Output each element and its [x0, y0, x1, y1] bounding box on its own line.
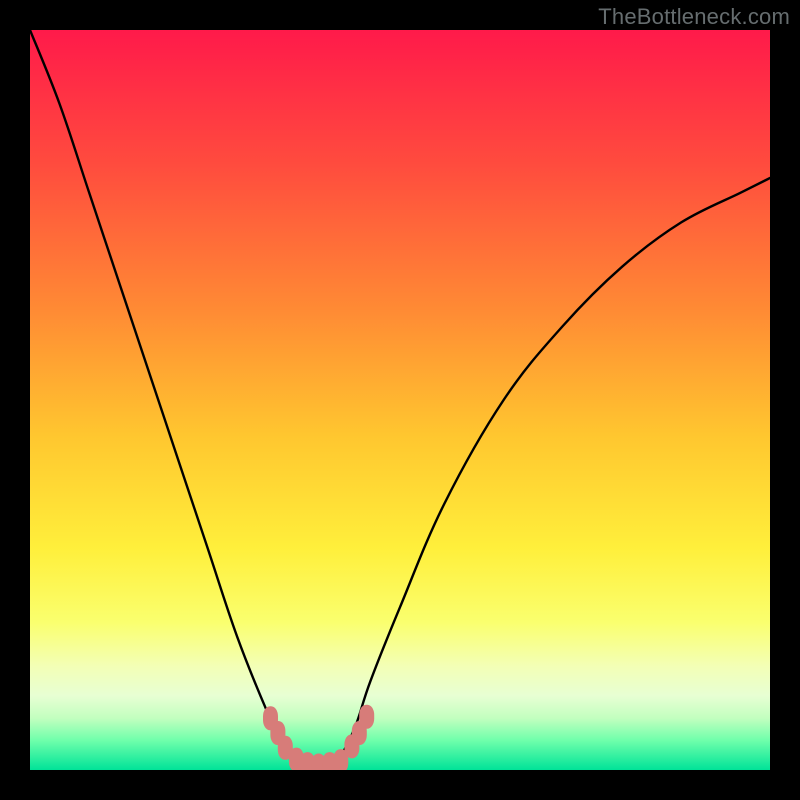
marker-group [263, 705, 374, 770]
valley-marker [359, 705, 374, 729]
bottleneck-curve [30, 30, 770, 766]
chart-svg [30, 30, 770, 770]
outer-frame: TheBottleneck.com [0, 0, 800, 800]
plot-area [30, 30, 770, 770]
watermark-text: TheBottleneck.com [598, 4, 790, 30]
